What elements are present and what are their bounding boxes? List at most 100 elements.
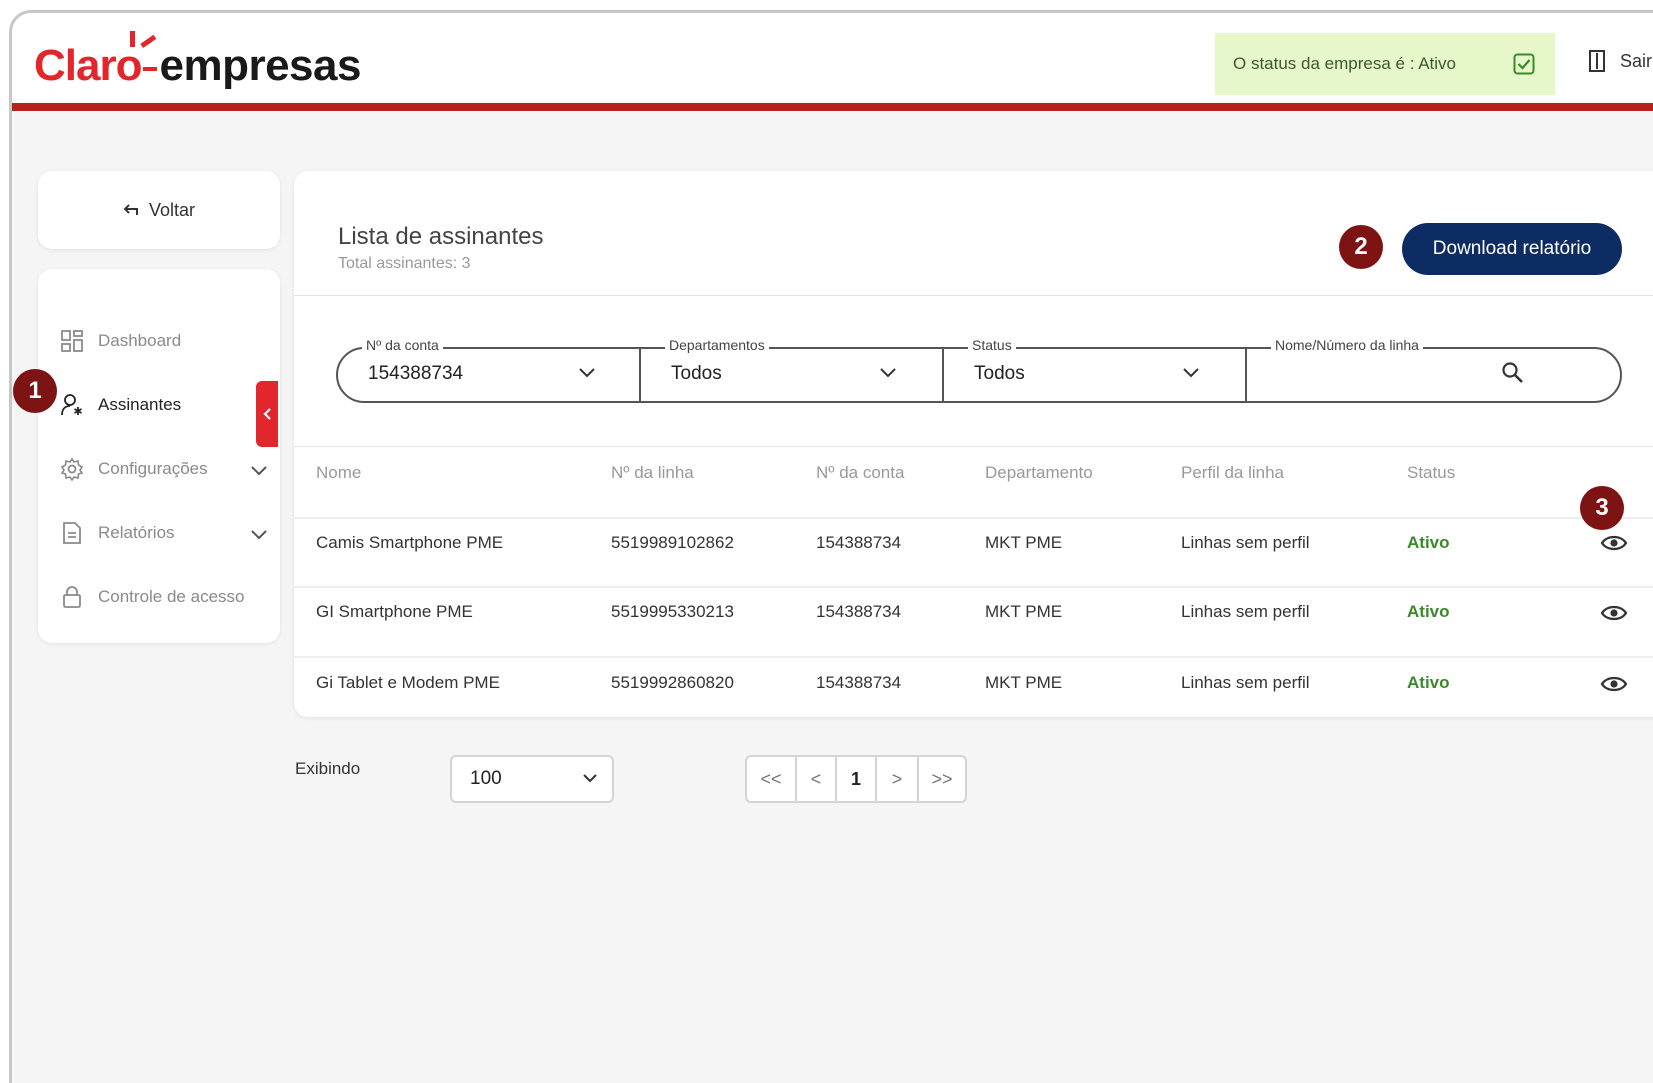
cell-departamento: MKT PME — [985, 533, 1063, 552]
download-report-button[interactable]: Download relatório — [1402, 223, 1622, 275]
department-filter[interactable]: Departamentos Todos — [641, 337, 943, 401]
column-header-status[interactable]: Status — [1407, 463, 1455, 483]
back-arrow-icon — [123, 204, 138, 215]
eye-icon[interactable] — [1600, 533, 1628, 553]
next-page-button[interactable]: > — [877, 757, 919, 801]
chevron-down-icon — [880, 368, 896, 378]
company-status-text: O status da empresa é : Ativo — [1233, 54, 1457, 73]
cell-nome: Gi Tablet e Modem PME — [316, 673, 500, 692]
cell-perfil: Linhas sem perfil — [1181, 602, 1310, 621]
logout-label: Sair — [1620, 50, 1653, 71]
top-bar: Claro empresas O status da empresa é : A… — [12, 13, 1653, 111]
collapse-sidebar-button[interactable] — [256, 381, 278, 447]
status-filter-label: Status — [968, 337, 1016, 353]
checkbox-checked-icon — [1513, 53, 1535, 75]
row-divider — [294, 586, 1653, 588]
cell-conta: 154388734 — [816, 533, 902, 552]
chevron-down-icon — [579, 368, 595, 378]
account-filter-value: 154388734 — [368, 363, 464, 384]
column-header-departamento[interactable]: Departamento — [985, 463, 1093, 483]
app-window: Claro empresas O status da empresa é : A… — [9, 10, 1653, 1083]
sidebar-item-configuracoes[interactable]: Configurações — [60, 457, 208, 481]
status-badge: Ativo — [1407, 673, 1450, 692]
cell-linha: 5519992860820 — [611, 673, 734, 692]
column-header-conta[interactable]: Nº da conta — [816, 463, 904, 483]
search-icon[interactable] — [1501, 361, 1525, 385]
sidebar-item-relatorios[interactable]: Relatórios — [60, 521, 175, 545]
column-header-perfil[interactable]: Perfil da linha — [1181, 463, 1284, 483]
sidebar-item-controle-acesso[interactable]: Controle de acesso — [60, 585, 244, 609]
user-icon — [61, 394, 82, 416]
sidebar-nav: Dashboard Assinantes Configurações Relat… — [38, 269, 280, 643]
sidebar-item-label: Dashboard — [98, 331, 182, 350]
subscribers-panel: Lista de assinantes Total assinantes: 3 … — [294, 171, 1653, 717]
row-divider — [294, 517, 1653, 519]
back-button[interactable]: Voltar — [38, 171, 280, 249]
cell-linha: 5519995330213 — [611, 602, 734, 621]
annotation-badge-3: 3 — [1580, 486, 1624, 530]
company-status-pill: O status da empresa é : Ativo — [1215, 33, 1555, 95]
sidebar-item-label: Assinantes — [98, 395, 182, 414]
chevron-down-icon[interactable] — [250, 465, 268, 477]
door-exit-icon — [1589, 50, 1605, 72]
cell-nome: Camis Smartphone PME — [316, 533, 504, 552]
chevron-down-icon — [583, 774, 597, 783]
logo-dash — [143, 67, 158, 71]
cell-departamento: MKT PME — [985, 673, 1063, 692]
eye-icon[interactable] — [1600, 603, 1628, 623]
logout-button[interactable]: Sair — [1588, 49, 1652, 73]
department-filter-value: Todos — [671, 363, 722, 384]
sidebar-item-assinantes[interactable]: Assinantes — [60, 393, 181, 417]
status-badge: Ativo — [1407, 533, 1450, 552]
chevron-down-icon — [1183, 368, 1199, 378]
search-filter-label: Nome/Número da linha — [1271, 337, 1423, 353]
cell-departamento: MKT PME — [985, 602, 1063, 621]
divider — [294, 446, 1653, 447]
cell-perfil: Linhas sem perfil — [1181, 673, 1310, 692]
back-label: Voltar — [148, 199, 196, 220]
showing-label: Exibindo — [295, 759, 361, 778]
page-size-value: 100 — [470, 768, 502, 789]
column-header-linha[interactable]: Nº da linha — [611, 463, 694, 483]
annotation-badge-1: 1 — [13, 369, 57, 413]
cell-conta: 154388734 — [816, 602, 902, 621]
search-filter[interactable]: Nome/Número da linha — [1247, 337, 1622, 401]
document-icon — [63, 522, 81, 544]
logo-product: empresas — [159, 41, 361, 90]
total-subscribers: Total assinantes: 3 — [338, 255, 471, 272]
column-header-nome[interactable]: Nome — [316, 463, 361, 483]
page-size-select[interactable]: 100 — [450, 755, 614, 803]
cell-nome: GI Smartphone PME — [316, 602, 473, 621]
status-filter-value: Todos — [974, 363, 1025, 384]
cell-conta: 154388734 — [816, 673, 902, 692]
prev-page-button[interactable]: < — [797, 757, 837, 801]
filter-bar: Nº da conta 154388734 Departamentos Todo… — [336, 337, 1622, 403]
page-title: Lista de assinantes — [338, 223, 544, 250]
eye-icon[interactable] — [1600, 674, 1628, 694]
pagination: << < 1 > >> — [745, 755, 967, 803]
dashboard-icon — [61, 330, 83, 352]
sidebar-item-label: Controle de acesso — [98, 587, 245, 606]
last-page-button[interactable]: >> — [919, 757, 965, 801]
current-page[interactable]: 1 — [837, 757, 877, 801]
status-filter[interactable]: Status Todos — [944, 337, 1246, 401]
divider — [294, 295, 1653, 296]
annotation-badge-2: 2 — [1339, 225, 1383, 269]
logo-spark-icon — [130, 31, 157, 49]
cell-linha: 5519989102862 — [611, 533, 734, 552]
lock-icon — [63, 586, 81, 608]
sidebar-item-label: Configurações — [98, 459, 208, 478]
department-filter-label: Departamentos — [665, 337, 769, 353]
claro-empresas-logo[interactable]: Claro empresas — [34, 31, 361, 91]
status-badge: Ativo — [1407, 602, 1450, 621]
chevron-down-icon[interactable] — [250, 529, 268, 541]
chevron-left-icon — [263, 408, 271, 420]
account-filter-label: Nº da conta — [362, 337, 443, 353]
gear-icon — [60, 457, 84, 481]
account-filter[interactable]: Nº da conta 154388734 — [338, 337, 640, 401]
row-divider — [294, 656, 1653, 658]
sidebar-item-label: Relatórios — [98, 523, 175, 542]
cell-perfil: Linhas sem perfil — [1181, 533, 1310, 552]
first-page-button[interactable]: << — [747, 757, 797, 801]
sidebar-item-dashboard[interactable]: Dashboard — [60, 329, 181, 353]
